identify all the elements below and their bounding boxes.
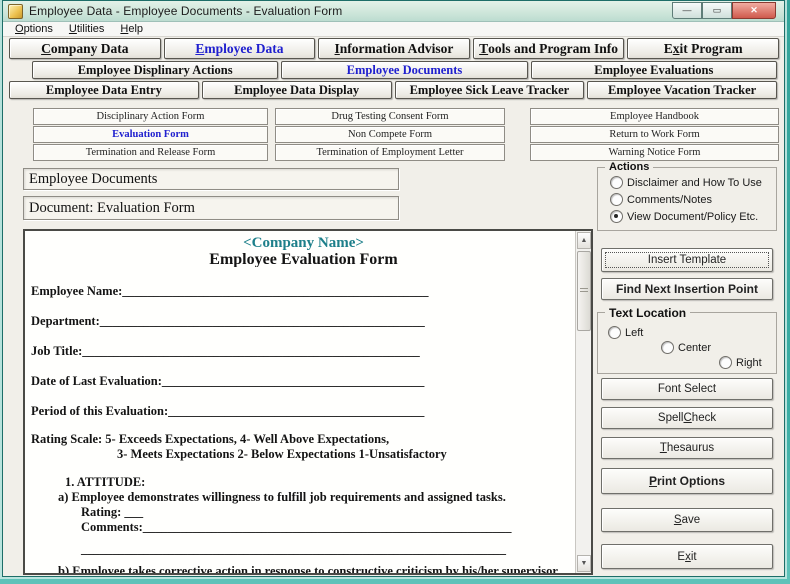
form-employee-handbook[interactable]: Employee Handbook: [530, 108, 779, 125]
window-title: Employee Data - Employee Documents - Eva…: [29, 4, 342, 18]
doc-line: Rating Scale: 5- Exceeds Expectations, 4…: [25, 432, 576, 447]
form-evaluation[interactable]: Evaluation Form: [33, 126, 268, 143]
employee-section-row: Employee Displinary Actions Employee Doc…: [32, 61, 777, 79]
radio-label: Disclaimer and How To Use: [627, 177, 762, 189]
employee-tools-row: Employee Data Entry Employee Data Displa…: [9, 81, 777, 99]
scroll-down-icon[interactable]: ▼: [577, 555, 591, 572]
forms-column-3: Employee Handbook Return to Work Form Wa…: [530, 108, 779, 161]
find-next-insertion-point-button[interactable]: Find Next Insertion Point: [601, 278, 773, 300]
menu-options[interactable]: Options: [7, 23, 61, 35]
radio-label: View Document/Policy Etc.: [627, 211, 758, 223]
print-options-button[interactable]: Print Options: [601, 468, 773, 494]
scrollbar-thumb[interactable]: [577, 251, 591, 331]
vertical-scrollbar[interactable]: ▲ ▼: [575, 231, 591, 573]
doc-line: 1. ATTITUDE:: [25, 475, 576, 490]
application-window: Employee Data - Employee Documents - Eva…: [2, 0, 785, 577]
nav-company-data[interactable]: Company Data: [9, 38, 161, 59]
nav-employee-evaluations[interactable]: Employee Evaluations: [531, 61, 777, 79]
close-button[interactable]: ✕: [732, 2, 776, 19]
save-button[interactable]: Save: [601, 508, 773, 532]
radio-icon: [608, 326, 621, 339]
nav-data-entry[interactable]: Employee Data Entry: [9, 81, 199, 99]
radio-label: Comments/Notes: [627, 194, 712, 206]
nav-employee-documents[interactable]: Employee Documents: [281, 61, 527, 79]
doc-line: <Company Name>: [25, 236, 576, 251]
app-icon: [8, 4, 23, 19]
minimize-button[interactable]: —: [672, 2, 702, 19]
radio-icon: [719, 356, 732, 369]
doc-line: b) Employee takes corrective action in r…: [25, 564, 576, 573]
form-disciplinary-action[interactable]: Disciplinary Action Form: [33, 108, 268, 125]
form-non-compete[interactable]: Non Compete Form: [275, 126, 505, 143]
form-return-to-work[interactable]: Return to Work Form: [530, 126, 779, 143]
doc-line: ________________________________________…: [25, 542, 576, 557]
nav-tools-program-info[interactable]: Tools and Program Info: [473, 38, 625, 59]
thesaurus-button[interactable]: Thesaurus: [601, 437, 773, 459]
spell-check-button[interactable]: Spell Check: [601, 407, 773, 429]
radio-center[interactable]: Center: [661, 341, 711, 354]
radio-label: Left: [625, 327, 643, 339]
text-location-title: Text Location: [605, 306, 690, 320]
form-termination-letter[interactable]: Termination of Employment Letter: [275, 144, 505, 161]
category-field: Employee Documents: [23, 168, 399, 190]
radio-left[interactable]: Left: [608, 326, 643, 339]
nav-exit-program[interactable]: Exit Program: [627, 38, 779, 59]
radio-right[interactable]: Right: [719, 356, 762, 369]
radio-comments-notes[interactable]: Comments/Notes: [610, 193, 712, 206]
forms-column-2: Drug Testing Consent Form Non Compete Fo…: [275, 108, 505, 161]
window-controls: — ▭ ✕: [672, 2, 776, 19]
maximize-button[interactable]: ▭: [702, 2, 732, 19]
document-content: <Company Name>Employee Evaluation Form Em…: [25, 231, 576, 573]
radio-icon: [610, 193, 623, 206]
document-forms-grid: Disciplinary Action Form Evaluation Form…: [33, 108, 779, 161]
doc-line: Comments:_______________________________…: [25, 520, 576, 535]
doc-line: 3- Meets Expectations 2- Below Expectati…: [25, 447, 576, 462]
radio-label: Right: [736, 357, 762, 369]
doc-line: Period of this Evaluation:______________…: [25, 404, 576, 419]
actions-group-title: Actions: [605, 161, 653, 173]
font-select-button[interactable]: Font Select: [601, 378, 773, 400]
main-nav-row: Company Data Employee Data Information A…: [9, 38, 779, 59]
menu-help[interactable]: Help: [112, 23, 151, 35]
scroll-up-icon[interactable]: ▲: [577, 232, 591, 249]
doc-line: Job Title:______________________________…: [25, 344, 576, 359]
radio-view-document[interactable]: View Document/Policy Etc.: [610, 210, 758, 223]
radio-icon: [610, 176, 623, 189]
nav-information-advisor[interactable]: Information Advisor: [318, 38, 470, 59]
doc-line: a) Employee demonstrates willingness to …: [25, 490, 576, 505]
document-preview[interactable]: <Company Name>Employee Evaluation Form Em…: [23, 229, 593, 575]
menu-utilities[interactable]: Utilities: [61, 23, 112, 35]
radio-icon: [610, 210, 623, 223]
nav-vacation-tracker[interactable]: Employee Vacation Tracker: [587, 81, 777, 99]
title-bar: Employee Data - Employee Documents - Eva…: [3, 1, 784, 22]
doc-line: Date of Last Evaluation:________________…: [25, 374, 576, 389]
nav-disciplinary-actions[interactable]: Employee Displinary Actions: [32, 61, 278, 79]
doc-line: Employee Name:__________________________…: [25, 284, 576, 299]
form-warning-notice[interactable]: Warning Notice Form: [530, 144, 779, 161]
nav-sick-leave-tracker[interactable]: Employee Sick Leave Tracker: [395, 81, 585, 99]
actions-groupbox: Actions Disclaimer and How To Use Commen…: [597, 167, 777, 231]
form-termination-release[interactable]: Termination and Release Form: [33, 144, 268, 161]
doc-line: Department:_____________________________…: [25, 314, 576, 329]
nav-data-display[interactable]: Employee Data Display: [202, 81, 392, 99]
insert-template-button[interactable]: Insert Template: [601, 248, 773, 272]
radio-label: Center: [678, 342, 711, 354]
doc-line: Employee Evaluation Form: [25, 252, 576, 267]
doc-line: Rating: ___: [25, 505, 576, 520]
text-location-groupbox: Text Location Left Center Right: [597, 312, 777, 374]
radio-icon: [661, 341, 674, 354]
nav-employee-data[interactable]: Employee Data: [164, 38, 316, 59]
document-field: Document: Evaluation Form: [23, 196, 399, 220]
menu-bar: Options Utilities Help: [3, 22, 784, 37]
forms-column-1: Disciplinary Action Form Evaluation Form…: [33, 108, 268, 161]
desktop-background: Employee Data - Employee Documents - Eva…: [0, 0, 790, 584]
radio-disclaimer[interactable]: Disclaimer and How To Use: [610, 176, 762, 189]
form-drug-testing[interactable]: Drug Testing Consent Form: [275, 108, 505, 125]
exit-button[interactable]: Exit: [601, 544, 773, 569]
